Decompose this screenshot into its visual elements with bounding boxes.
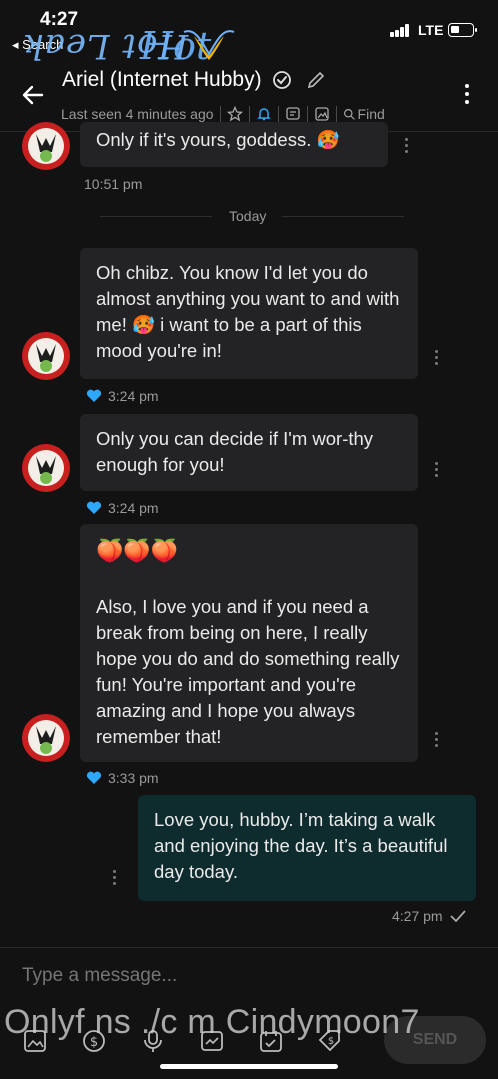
day-divider-label: Today bbox=[229, 208, 267, 224]
contact-name[interactable]: Ariel (Internet Hubby) bbox=[62, 68, 262, 92]
composer-divider bbox=[0, 947, 498, 948]
avatar[interactable] bbox=[22, 332, 70, 380]
back-arrow-icon[interactable] bbox=[20, 82, 46, 108]
message-text: Only you can decide if I'm wor-thy enoug… bbox=[96, 428, 374, 475]
message-list-icon[interactable] bbox=[285, 106, 301, 122]
watermark-bottom: Onlyf ns ./c m Cindymoon7 bbox=[4, 1003, 420, 1041]
message-text: Also, I love you and if you need a break… bbox=[96, 596, 400, 747]
edit-pencil-icon[interactable] bbox=[306, 70, 326, 90]
avatar[interactable] bbox=[22, 444, 70, 492]
message-timestamp: 4:27 pm bbox=[392, 908, 467, 924]
find-button[interactable]: Find bbox=[343, 106, 385, 122]
verified-badge-icon bbox=[272, 71, 291, 89]
day-divider: Today bbox=[0, 208, 498, 224]
read-checkmark-icon bbox=[449, 910, 466, 923]
heart-liked-icon[interactable] bbox=[86, 389, 102, 403]
message-options-icon[interactable] bbox=[432, 350, 440, 370]
message-timestamp: 3:33 pm bbox=[86, 770, 159, 786]
message-bubble-outgoing[interactable]: Love you, hubby. I’m taking a walk and e… bbox=[138, 795, 476, 901]
notification-bell-icon[interactable] bbox=[256, 106, 272, 122]
message-timestamp: 3:24 pm bbox=[86, 500, 159, 516]
message-text: Oh chibz. You know I'd let you do almost… bbox=[96, 262, 400, 361]
search-icon bbox=[343, 108, 355, 120]
find-label: Find bbox=[357, 106, 385, 122]
message-bubble[interactable]: 🍑🍑🍑 Also, I love you and if you need a b… bbox=[80, 524, 418, 762]
avatar[interactable] bbox=[22, 714, 70, 762]
message-emoji: 🍑🍑🍑 bbox=[96, 538, 179, 563]
signal-icon bbox=[390, 24, 412, 37]
message-bubble[interactable]: Oh chibz. You know I'd let you do almost… bbox=[80, 248, 418, 379]
heart-liked-icon[interactable] bbox=[86, 771, 102, 785]
message-timestamp: 10:51 pm bbox=[84, 176, 143, 192]
chat-header: Ariel (Internet Hubby) Last seen 4 minut… bbox=[0, 56, 498, 132]
media-gallery-icon[interactable] bbox=[314, 106, 330, 122]
avatar[interactable] bbox=[22, 122, 70, 170]
message-options-icon[interactable] bbox=[402, 138, 410, 158]
message-options-icon[interactable] bbox=[432, 732, 440, 752]
star-icon[interactable] bbox=[226, 106, 243, 122]
home-indicator[interactable] bbox=[160, 1064, 338, 1069]
message-input[interactable] bbox=[22, 965, 442, 987]
battery-icon bbox=[448, 23, 477, 37]
more-options-icon[interactable] bbox=[463, 84, 471, 108]
last-seen-status: Last seen 4 minutes ago bbox=[61, 106, 214, 122]
message-options-icon[interactable] bbox=[110, 870, 118, 890]
network-type: LTE bbox=[418, 22, 444, 38]
message-bubble[interactable]: Only you can decide if I'm wor-thy enoug… bbox=[80, 414, 418, 491]
heart-liked-icon[interactable] bbox=[86, 501, 102, 515]
message-bubble[interactable]: Only if it's yours, goddess. 🥵 bbox=[80, 122, 388, 167]
message-text: Only if it's yours, goddess. 🥵 bbox=[96, 129, 340, 150]
message-timestamp: 3:24 pm bbox=[86, 388, 159, 404]
message-text: Love you, hubby. I’m taking a walk and e… bbox=[154, 809, 448, 882]
message-options-icon[interactable] bbox=[432, 462, 440, 482]
